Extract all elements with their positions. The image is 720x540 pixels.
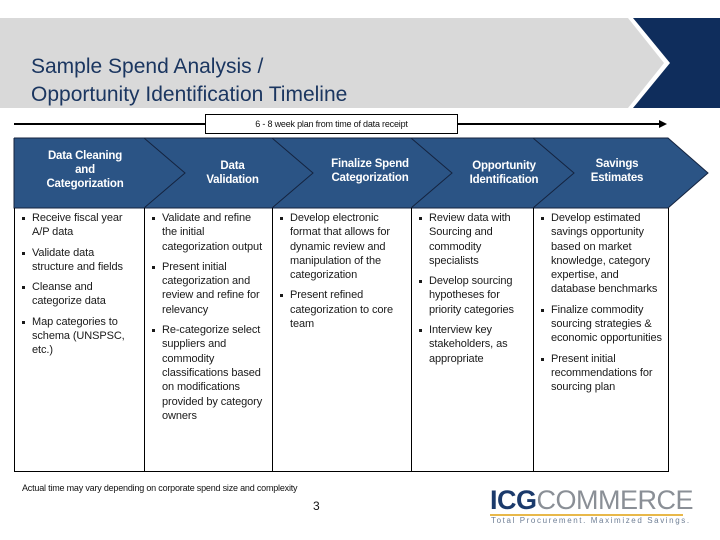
phase-column-opportunity-identification: Review data with Sourcing and commodity … [412, 208, 534, 471]
phase-column-data-validation: Validate and refine the initial categori… [145, 208, 273, 471]
timeline-label: 6 - 8 week plan from time of data receip… [205, 114, 458, 134]
phase-column-data-cleaning: Receive fiscal year A/P data Validate da… [15, 208, 145, 471]
phase-title-line: Estimates [590, 172, 644, 184]
phase-title-line: Data Cleaning [47, 150, 123, 162]
phase-title-line: Validation [206, 174, 259, 186]
phase-title-line: Finalize Spend [331, 158, 409, 170]
footnote: Actual time may vary depending on corpor… [22, 483, 298, 493]
list-item: Present initial recommendations for sour… [540, 352, 662, 395]
phase-activities-table: Receive fiscal year A/P data Validate da… [14, 208, 669, 472]
list-item: Validate data structure and fields [21, 246, 138, 275]
list-item: Finalize commodity sourcing strategies &… [540, 303, 662, 346]
list-item: Develop estimated savings opportunity ba… [540, 211, 662, 297]
list-item: Validate and refine the initial categori… [151, 211, 266, 254]
title-line-1: Sample Spend Analysis / [31, 55, 264, 78]
logo-tagline: Total Procurement. Maximized Savings. [491, 516, 691, 525]
phase-title-line: Savings [595, 158, 639, 170]
page-title: Sample Spend Analysis / Opportunity Iden… [31, 53, 347, 109]
phase-title-data-cleaning: Data Cleaning and Categorization [30, 149, 140, 191]
list-item: Cleanse and categorize data [21, 280, 138, 309]
phase-title-opportunity-identification: Opportunity Identification [450, 159, 558, 187]
list-item: Review data with Sourcing and commodity … [418, 211, 527, 268]
title-banner: Sample Spend Analysis / Opportunity Iden… [0, 18, 720, 108]
phase-title-data-validation: Data Validation [180, 159, 285, 187]
phase-column-finalize-spend: Develop electronic format that allows fo… [273, 208, 412, 471]
logo-wordmark: ICGCOMMERCE [490, 485, 694, 515]
logo-word-bold: ICG [490, 485, 537, 515]
phase-title-line: Categorization [46, 178, 124, 190]
bullet-list: Develop electronic format that allows fo… [273, 208, 411, 331]
title-line-2: Opportunity Identification Timeline [31, 83, 348, 106]
list-item: Interview key stakeholders, as appropria… [418, 323, 527, 366]
list-item: Present refined categorization to core t… [279, 288, 405, 331]
phase-title-line: Opportunity [472, 160, 536, 172]
phase-title-savings-estimates: Savings Estimates [572, 157, 662, 185]
list-item: Develop electronic format that allows fo… [279, 211, 405, 282]
list-item: Re-categorize select suppliers and commo… [151, 323, 266, 423]
list-item: Develop sourcing hypotheses for priority… [418, 274, 527, 317]
phase-title-line: Categorization [331, 172, 409, 184]
page-number: 3 [313, 499, 320, 513]
list-item: Receive fiscal year A/P data [21, 211, 138, 240]
list-item: Present initial categorization and revie… [151, 260, 266, 317]
company-logo: ICGCOMMERCE Total Procurement. Maximized… [490, 485, 694, 525]
phase-title-line: Identification [469, 174, 539, 186]
bullet-list: Develop estimated savings opportunity ba… [534, 208, 668, 395]
logo-word-light: COMMERCE [536, 485, 694, 515]
phase-title-line: and [75, 164, 95, 176]
phase-title-finalize-spend: Finalize Spend Categorization [310, 157, 430, 185]
bullet-list: Review data with Sourcing and commodity … [412, 208, 533, 366]
arrowhead-icon [659, 120, 667, 128]
phase-title-line: Data [220, 160, 245, 172]
phase-column-savings-estimates: Develop estimated savings opportunity ba… [534, 208, 668, 471]
list-item: Map categories to schema (UNSPSC, etc.) [21, 315, 138, 358]
bullet-list: Validate and refine the initial categori… [145, 208, 272, 423]
bullet-list: Receive fiscal year A/P data Validate da… [15, 208, 144, 358]
